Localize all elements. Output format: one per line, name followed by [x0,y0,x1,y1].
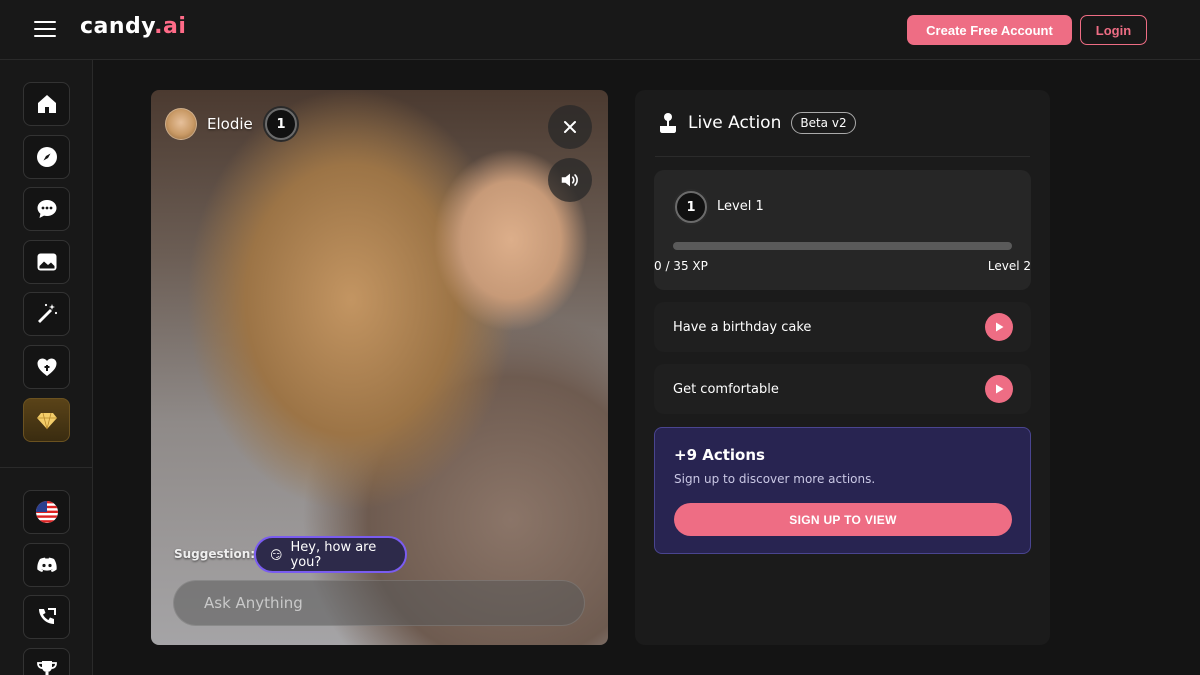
heart-icon [37,358,56,376]
menu-icon[interactable] [34,21,56,37]
sidebar-item-support[interactable] [23,595,70,639]
create-account-button[interactable]: Create Free Account [907,15,1072,45]
play-icon [996,384,1004,394]
chat-bubble-icon [37,200,56,218]
suggestion-label: Suggestion: [174,547,256,561]
live-action-panel: Live Action Beta v2 1 Level 1 0 / 35 XP … [635,90,1050,645]
action-label: Get comfortable [673,381,779,397]
sound-toggle-button[interactable] [548,158,592,202]
play-button[interactable] [985,375,1013,403]
sidebar-divider [0,467,93,468]
more-actions-card: +9 Actions Sign up to discover more acti… [654,427,1031,554]
beta-badge: Beta v2 [791,112,856,134]
level-badge: 1 [675,191,707,223]
play-icon [996,322,1004,332]
discord-icon [36,557,57,572]
action-item[interactable]: Get comfortable [654,364,1031,414]
logo[interactable]: candy.ai [80,14,186,39]
sidebar-item-gallery[interactable] [23,240,70,284]
character-level-badge: 1 [265,108,297,140]
more-actions-title: +9 Actions [674,446,765,464]
panel-divider [655,156,1030,157]
joystick-icon [660,113,676,133]
character-video[interactable]: Elodie 1 Suggestion: 😏 Hey, how are you? [151,90,608,645]
suggestion-chip[interactable]: 😏 Hey, how are you? [254,536,407,573]
sidebar-item-premium[interactable] [23,398,70,442]
xp-text: 0 / 35 XP [654,259,708,273]
compass-icon [36,147,57,167]
character-name: Elodie [207,115,253,133]
sidebar [0,60,93,675]
sidebar-item-my-ai[interactable] [23,345,70,389]
play-button[interactable] [985,313,1013,341]
next-level-label: Level 2 [987,259,1031,273]
close-icon [564,121,576,133]
home-icon [37,95,56,113]
sidebar-item-discord[interactable] [23,543,70,587]
sidebar-item-language[interactable] [23,490,70,534]
action-item[interactable]: Have a birthday cake [654,302,1031,352]
image-icon [37,253,56,271]
logo-accent: .ai [154,14,187,39]
support-icon [38,608,56,624]
logo-text: candy [80,14,155,39]
panel-title: Live Action [688,113,782,133]
diamond-icon [36,412,57,430]
action-label: Have a birthday cake [673,319,812,335]
sidebar-item-explore[interactable] [23,135,70,179]
level-card: 1 Level 1 [654,170,1031,290]
level-label: Level 1 [717,199,764,214]
sign-up-to-view-button[interactable]: SIGN UP TO VIEW [674,503,1012,536]
magic-wand-icon [37,303,57,323]
more-actions-subtitle: Sign up to discover more actions. [674,472,876,486]
suggestion-text: Hey, how are you? [290,539,377,570]
trophy-icon [36,661,57,675]
sidebar-item-chat[interactable] [23,187,70,231]
character-avatar[interactable] [165,108,197,140]
xp-progress-bar [673,242,1012,250]
login-button[interactable]: Login [1080,15,1147,45]
us-flag-icon [35,501,58,523]
sidebar-item-create[interactable] [23,292,70,336]
panel-header: Live Action Beta v2 [658,110,856,136]
sidebar-item-home[interactable] [23,82,70,126]
volume-icon [561,173,578,187]
top-header: candy.ai Create Free Account Login [0,0,1200,60]
close-button[interactable] [548,105,592,149]
ask-input[interactable] [173,580,585,626]
smirk-emoji-icon: 😏 [270,547,283,562]
sidebar-item-leaderboard[interactable] [23,648,70,675]
